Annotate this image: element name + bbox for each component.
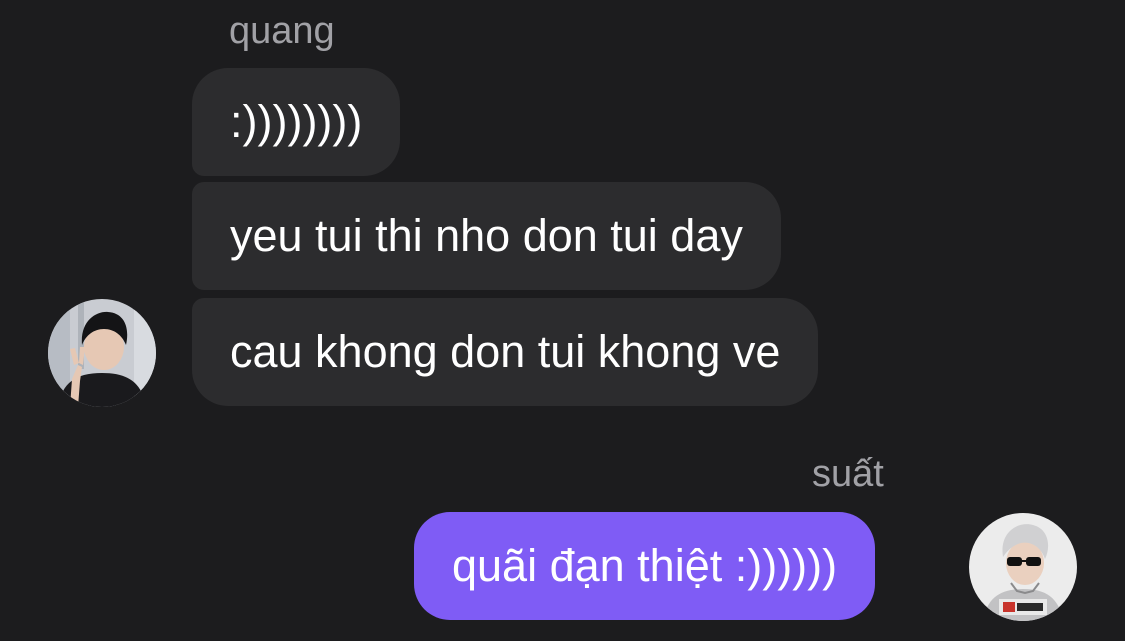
avatar-quang[interactable]: [48, 299, 156, 407]
avatar-photo-icon: [969, 513, 1077, 621]
message-bubble-sent[interactable]: quãi đạn thiệt :)))))): [414, 512, 876, 620]
message-text: cau khong don tui khong ve: [230, 326, 781, 377]
message-bubble-received[interactable]: yeu tui thi nho don tui day: [192, 182, 781, 290]
message-bubble-received[interactable]: :)))))))): [192, 68, 401, 176]
message-text: quãi đạn thiệt :)))))): [452, 540, 838, 591]
message-bubble-received[interactable]: cau khong don tui khong ve: [192, 298, 819, 406]
avatar-suat[interactable]: [969, 513, 1077, 621]
message-text: yeu tui thi nho don tui day: [230, 210, 743, 261]
sender-name-suat: suất: [812, 453, 884, 495]
sender-name-quang: quang: [229, 10, 335, 52]
message-text: :)))))))): [230, 96, 363, 147]
avatar-photo-icon: [48, 299, 156, 407]
